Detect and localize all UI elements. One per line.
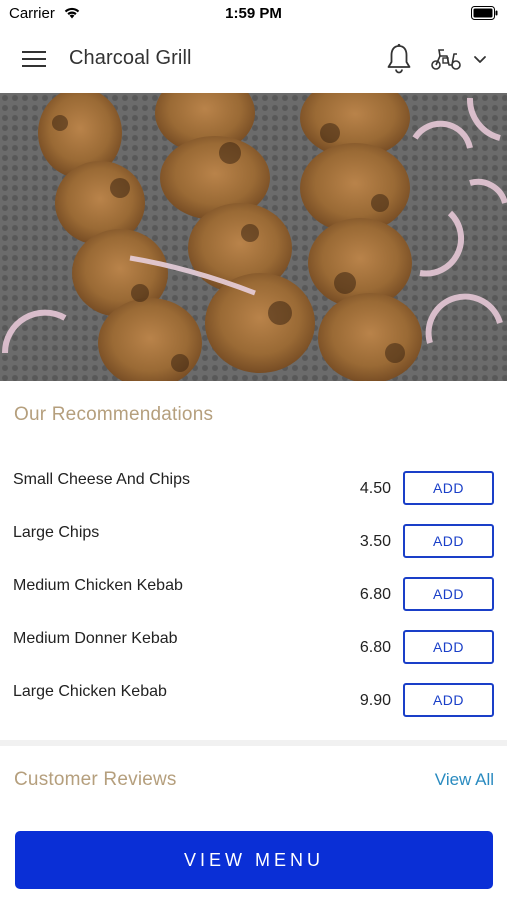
item-name: Large Chicken Kebab bbox=[13, 683, 167, 700]
item-price: 9.90 bbox=[359, 692, 391, 709]
app-header: Charcoal Grill bbox=[0, 28, 507, 92]
reviews-title: Customer Reviews bbox=[14, 769, 177, 790]
view-all-link[interactable]: View All bbox=[435, 770, 494, 790]
list-item: Medium Chicken Kebab 6.80 ADD bbox=[0, 577, 507, 617]
add-button[interactable]: ADD bbox=[403, 683, 494, 717]
battery-icon bbox=[471, 6, 498, 20]
add-button[interactable]: ADD bbox=[403, 471, 494, 505]
item-name: Large Chips bbox=[13, 524, 100, 541]
item-name: Medium Chicken Kebab bbox=[13, 577, 183, 594]
bell-icon[interactable] bbox=[385, 43, 413, 75]
restaurant-title: Charcoal Grill bbox=[69, 47, 192, 69]
item-name: Small Cheese And Chips bbox=[13, 471, 190, 488]
chevron-down-icon[interactable] bbox=[472, 52, 488, 66]
add-button[interactable]: ADD bbox=[403, 577, 494, 611]
item-price: 4.50 bbox=[359, 480, 391, 497]
item-price: 6.80 bbox=[359, 639, 391, 656]
list-item: Large Chicken Kebab 9.90 ADD bbox=[0, 683, 507, 723]
clock: 1:59 PM bbox=[225, 5, 282, 22]
add-button[interactable]: ADD bbox=[403, 630, 494, 664]
status-bar: Carrier 1:59 PM bbox=[0, 0, 507, 28]
item-name: Medium Donner Kebab bbox=[13, 630, 178, 647]
hero-food-image bbox=[0, 93, 507, 381]
recommendations-title: Our Recommendations bbox=[14, 404, 214, 425]
list-item: Medium Donner Kebab 6.80 ADD bbox=[0, 630, 507, 670]
section-divider bbox=[0, 740, 507, 746]
menu-icon[interactable] bbox=[22, 48, 48, 70]
view-menu-button[interactable]: VIEW MENU bbox=[15, 831, 493, 889]
list-item: Large Chips 3.50 ADD bbox=[0, 524, 507, 564]
add-button[interactable]: ADD bbox=[403, 524, 494, 558]
scooter-icon[interactable] bbox=[430, 46, 462, 72]
item-price: 6.80 bbox=[359, 586, 391, 603]
item-price: 3.50 bbox=[359, 533, 391, 550]
list-item: Small Cheese And Chips 4.50 ADD bbox=[0, 471, 507, 511]
